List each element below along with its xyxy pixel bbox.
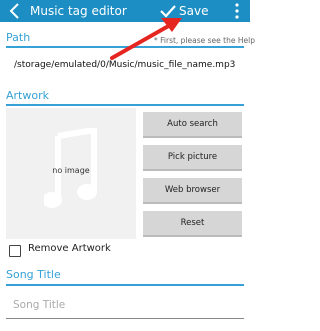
song-title-input[interactable]: Song Title xyxy=(13,299,65,311)
remove-artwork-label: Remove Artwork xyxy=(28,243,111,254)
reset-button[interactable]: Reset xyxy=(143,211,242,237)
pick-picture-button[interactable]: Pick picture xyxy=(143,145,242,171)
artwork-preview[interactable]: no image xyxy=(6,108,136,239)
song-title-heading: Song Title xyxy=(6,268,61,281)
artwork-heading: Artwork xyxy=(6,89,49,102)
help-note: * First, please see the Help xyxy=(154,36,255,45)
song-title-underline xyxy=(6,318,244,319)
song-title-divider xyxy=(6,284,244,286)
back-arrow-icon[interactable] xyxy=(5,2,23,20)
save-button[interactable]: Save xyxy=(160,0,208,22)
path-heading: Path xyxy=(6,31,31,44)
path-divider xyxy=(6,46,244,48)
app-bar: Music tag editor Save xyxy=(0,0,250,22)
overflow-menu-icon[interactable] xyxy=(234,2,240,20)
auto-search-button[interactable]: Auto search xyxy=(143,112,242,138)
file-path: /storage/emulated/0/Music/music_file_nam… xyxy=(14,60,236,70)
artwork-divider xyxy=(6,104,244,106)
web-browser-button[interactable]: Web browser xyxy=(143,178,242,204)
app-title: Music tag editor xyxy=(30,4,127,18)
remove-artwork-checkbox[interactable] xyxy=(9,245,21,257)
save-label: Save xyxy=(179,4,209,18)
checkmark-icon xyxy=(160,5,176,18)
no-image-label: no image xyxy=(52,166,90,175)
